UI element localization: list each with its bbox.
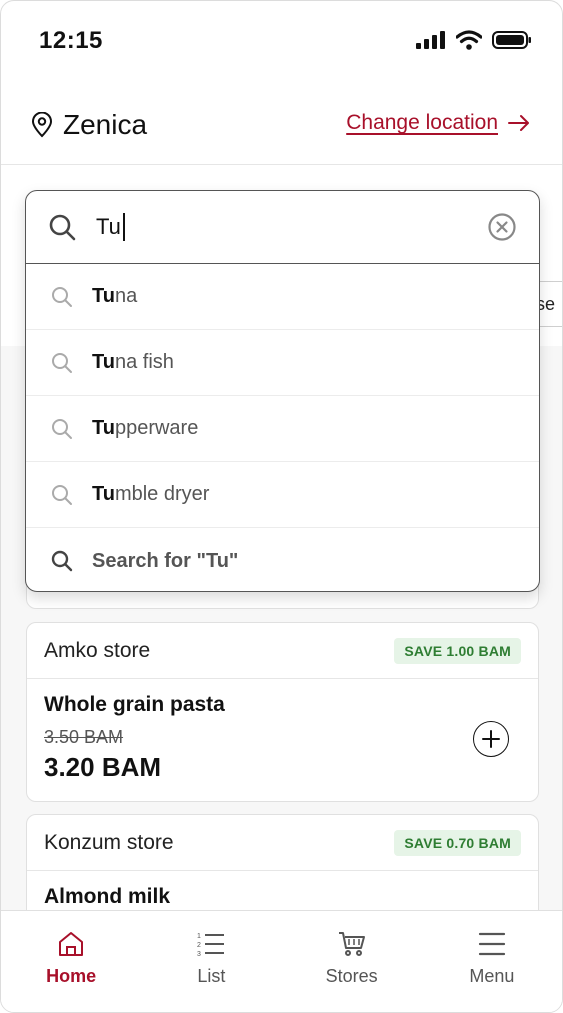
nav-stores-label: Stores (325, 966, 378, 986)
app-screen: 12:15 Zenica Change location se Amko sto… (0, 0, 563, 1013)
product-name: Whole grain pasta (44, 693, 225, 716)
nav-menu-label: Menu (469, 966, 515, 986)
old-price: 3.50 BAM (44, 727, 124, 747)
arrow-right-icon (508, 115, 529, 131)
suggestion-item[interactable]: Tupperware (26, 396, 539, 462)
search-icon (52, 286, 72, 307)
wifi-icon (456, 30, 482, 50)
current-location: Zenica (31, 109, 147, 141)
search-all-option[interactable]: Search for "Tu" (26, 528, 539, 591)
search-icon (52, 484, 72, 505)
suggestion-label: Tumble dryer (92, 483, 210, 505)
plus-icon (482, 730, 500, 748)
search-icon (52, 418, 72, 439)
location-pin-icon (31, 112, 53, 138)
nav-menu[interactable]: Menu (422, 911, 562, 1012)
suggestion-label: Tupperware (92, 417, 199, 439)
svg-text:3: 3 (197, 951, 201, 957)
text-caret (122, 213, 125, 241)
svg-text:1: 1 (197, 933, 201, 940)
suggestion-label: Tuna fish (92, 351, 174, 373)
menu-icon (478, 932, 505, 956)
card-header: Amko store SAVE 1.00 BAM (27, 623, 538, 679)
suggestion-item[interactable]: Tuna fish (26, 330, 539, 396)
location-name: Zenica (63, 109, 148, 140)
save-badge: SAVE 1.00 BAM (394, 637, 521, 664)
bottom-navigation: Home 1 2 3 List Stores Menu (1, 910, 562, 1012)
status-icons (416, 30, 532, 50)
card-header: Konzum store SAVE 0.70 BAM (27, 815, 538, 871)
suggestion-label: Tuna (92, 285, 138, 307)
suggestion-item[interactable]: Tuna (26, 264, 539, 330)
home-icon (59, 932, 84, 956)
list-icon: 1 2 3 (197, 933, 225, 957)
change-location-link[interactable]: Change location (346, 111, 530, 135)
nav-home-label: Home (46, 966, 97, 986)
cart-icon (338, 932, 365, 956)
svg-text:2: 2 (197, 942, 201, 949)
new-price: 3.20 BAM (44, 752, 162, 782)
status-time: 12:15 (39, 27, 103, 54)
search-icon (52, 352, 72, 373)
signal-icon (416, 31, 445, 49)
store-name: Amko store (44, 638, 151, 662)
suggestion-item[interactable]: Tumble dryer (26, 462, 539, 528)
nav-list[interactable]: 1 2 3 List (141, 911, 281, 1012)
clear-search-button[interactable] (487, 212, 517, 242)
clear-icon (488, 213, 516, 241)
nav-list-label: List (197, 966, 226, 986)
store-name: Konzum store (44, 830, 174, 854)
nav-stores[interactable]: Stores (282, 911, 422, 1012)
search-icon (51, 550, 73, 572)
change-location-label: Change location (346, 111, 498, 134)
search-icon (49, 214, 76, 241)
card-body: Whole grain pasta 3.50 BAM 3.20 BAM (27, 679, 538, 797)
add-to-list-button[interactable] (473, 721, 509, 757)
search-input[interactable]: Tu (26, 191, 539, 264)
save-badge: SAVE 0.70 BAM (394, 829, 521, 856)
search-text: Tu (96, 214, 121, 239)
product-name: Almond milk (44, 885, 171, 908)
search-dropdown: Tu Tuna Tuna fish Tupperware Tumble drye… (25, 190, 540, 592)
battery-icon (492, 31, 531, 49)
search-value[interactable]: Tu (96, 213, 487, 241)
header-divider (1, 164, 562, 165)
product-card: Amko store SAVE 1.00 BAM Whole grain pas… (26, 622, 539, 802)
search-all-label: Search for "Tu" (92, 549, 239, 572)
nav-home[interactable]: Home (1, 911, 141, 1012)
